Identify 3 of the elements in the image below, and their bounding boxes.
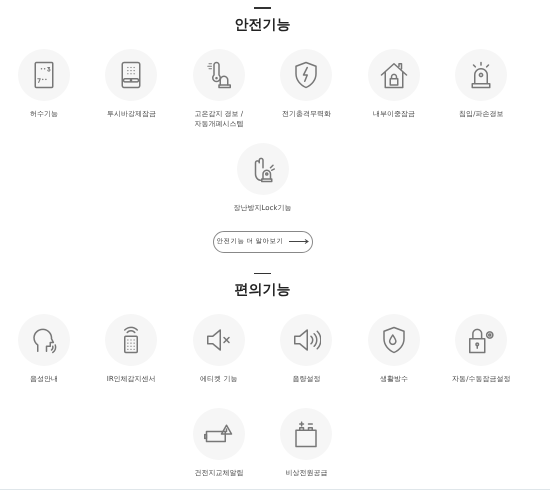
arrow-right-icon <box>288 239 309 244</box>
section-title: 편의기능 <box>234 282 290 298</box>
section-title: 안전기능 <box>234 16 290 32</box>
